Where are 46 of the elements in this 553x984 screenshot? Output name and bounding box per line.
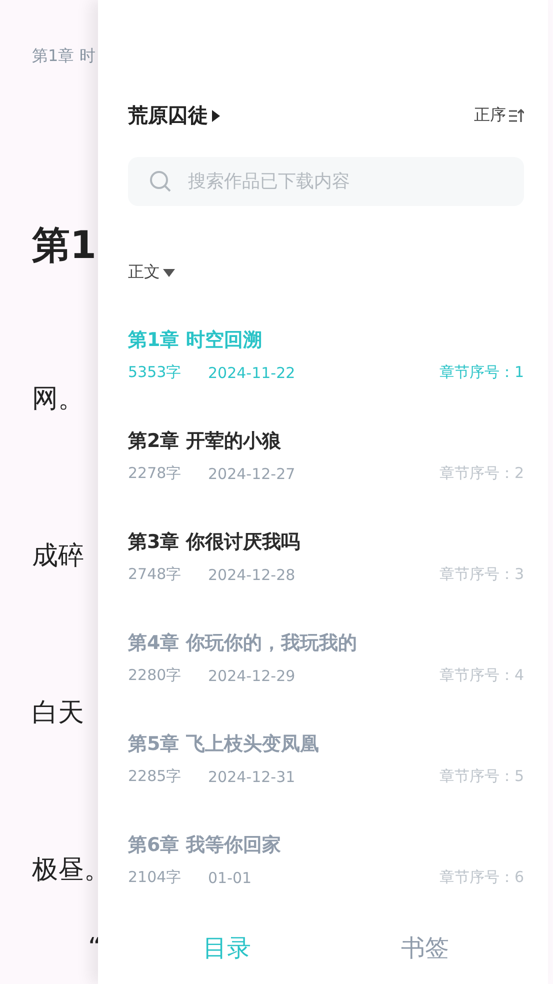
chapter-number: 章节序号：5: [439, 767, 524, 786]
sort-button[interactable]: 正序: [474, 105, 524, 126]
chapter-date: 2024-12-27: [208, 464, 296, 482]
chapter-date: 2024-12-31: [208, 768, 296, 786]
chapter-date: 2024-12-28: [208, 566, 296, 584]
tab[interactable]: 书签: [326, 932, 524, 964]
chapter-item[interactable]: 第1章 时空回溯 5353字 2024-11-22 章节序号：1: [128, 327, 524, 382]
word-count: 2278字: [128, 464, 182, 483]
body-text: 极昼。: [32, 854, 110, 887]
caret-icon: [163, 268, 175, 276]
chapter-number: 章节序号：1: [439, 363, 524, 382]
body-text: 成碎: [32, 540, 84, 573]
chapter-number: 章节序号：2: [439, 464, 524, 483]
word-count: 2285字: [128, 767, 182, 786]
tab[interactable]: 目录: [128, 932, 326, 964]
chapter-title: 第2章 开荤的小狼: [128, 429, 282, 454]
book-title[interactable]: 荒原囚徒: [128, 102, 220, 129]
word-count: 5353字: [128, 363, 182, 382]
chapter-date: 2024-11-22: [208, 364, 296, 382]
sort-icon: [508, 108, 524, 122]
word-count: 2748字: [128, 565, 182, 584]
word-count: 2104字: [128, 868, 182, 887]
chapter-number: 章节序号：6: [439, 868, 524, 887]
word-count: 2280字: [128, 666, 182, 685]
chapter-title: 第1章 时空回溯: [128, 328, 263, 353]
volume-dropdown[interactable]: 正文: [128, 262, 175, 283]
chapter-title: 第6章 我等你回家: [128, 833, 282, 858]
chapter-header: 第1章 时: [32, 46, 96, 67]
chapter-title: 第5章 飞上枝头变凤凰: [128, 732, 320, 757]
chapter-item[interactable]: 第5章 飞上枝头变凤凰 2285字 2024-12-31 章节序号：5: [128, 731, 524, 786]
body-text: 白天: [32, 697, 84, 730]
search-field[interactable]: 搜索作品已下载内容: [128, 157, 524, 206]
chapter-item[interactable]: 第4章 你玩你的，我玩我的 2280字 2024-12-29 章节序号：4: [128, 630, 524, 685]
chapter-title: 第4章 你玩你的，我玩我的: [128, 631, 358, 656]
search-icon: [148, 169, 172, 193]
chapter-number: 章节序号：4: [439, 666, 524, 685]
chapter-title: 第3章 你很讨厌我吗: [128, 530, 301, 555]
chapter-item[interactable]: 第3章 你很讨厌我吗 2748字 2024-12-28 章节序号：3: [128, 529, 524, 584]
chapter-number: 章节序号：3: [439, 565, 524, 584]
chapter-heading: 第1: [32, 222, 96, 269]
chapter-date: 01-01: [208, 868, 252, 886]
chapter-item[interactable]: 第6章 我等你回家 2104字 01-01 章节序号：6: [128, 832, 524, 887]
triangle-icon: [212, 110, 220, 122]
body-text: 网。: [32, 383, 84, 416]
chapter-item[interactable]: 第2章 开荤的小狼 2278字 2024-12-27 章节序号：2: [128, 428, 524, 483]
chapter-date: 2024-12-29: [208, 666, 296, 684]
